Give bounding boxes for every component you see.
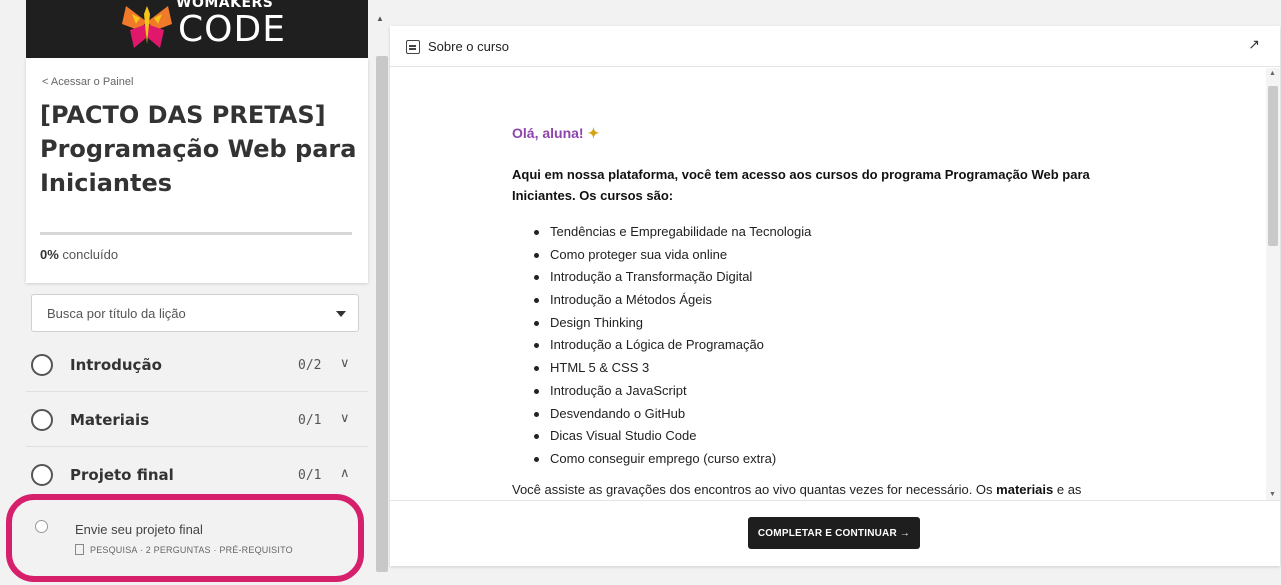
section-label: Projeto final (70, 466, 174, 484)
section-label: Materiais (70, 411, 150, 429)
footer-text-bold: materiais (996, 482, 1054, 497)
caret-down-icon (336, 311, 346, 317)
lesson-search-placeholder: Busca por título da lição (47, 306, 186, 321)
lesson-meta: PESQUISA · 2 PERGUNTAS · PRÉ-REQUISITO (75, 544, 293, 555)
list-item: Introdução a Métodos Ágeis (534, 289, 1134, 312)
footer-paragraph: Você assiste as gravações dos encontros … (512, 482, 1212, 497)
panel-content: Olá, aluna! ✦ Aqui em nossa plataforma, v… (390, 68, 1266, 500)
section-status-circle-icon (31, 354, 53, 376)
list-item: Desvendando o GitHub (534, 403, 1134, 426)
greeting-heading: Olá, aluna! ✦ (512, 125, 599, 142)
section-count: 0/1 (298, 413, 322, 428)
back-to-dashboard-link[interactable]: < Acessar o Painel (42, 76, 133, 88)
list-item: Introdução a JavaScript (534, 380, 1134, 403)
lesson-meta-text: PESQUISA · 2 PERGUNTAS · PRÉ-REQUISITO (90, 545, 293, 555)
list-item: Introdução a Lógica de Programação (534, 334, 1134, 357)
content-scrollbar-thumb[interactable] (1268, 86, 1278, 246)
lesson-panel: Sobre o curso ↗ Olá, aluna! ✦ Aqui em nos… (390, 26, 1280, 566)
greeting-text: Olá, aluna! (512, 125, 584, 141)
progress-bar (40, 232, 352, 235)
list-item: Como proteger sua vida online (534, 244, 1134, 267)
expand-icon[interactable]: ↗ (1248, 36, 1260, 53)
list-item: Dicas Visual Studio Code (534, 425, 1134, 448)
brand-header: WOMAKERS CODE (26, 0, 368, 58)
lesson-item-envie-projeto[interactable]: Envie seu projeto final PESQUISA · 2 PER… (26, 510, 368, 570)
lesson-status-circle-icon (35, 520, 48, 533)
section-count: 0/1 (298, 468, 322, 483)
sidebar-scrollbar-thumb[interactable] (376, 56, 388, 572)
course-title: [PACTO DAS PRETAS] Programação Web para … (40, 101, 357, 197)
panel-title: Sobre o curso (428, 39, 509, 54)
section-count: 0/2 (298, 358, 322, 373)
chevron-down-icon[interactable]: ∨ (340, 410, 350, 426)
survey-doc-icon (75, 544, 84, 555)
section-projeto-final[interactable]: Projeto final 0/1 ∧ (26, 448, 368, 502)
complete-and-continue-button[interactable]: COMPLETAR E CONTINUAR → (748, 517, 920, 549)
lesson-search-select[interactable]: Busca por título da lição (31, 294, 359, 332)
list-item: Como conseguir emprego (curso extra) (534, 448, 1134, 471)
section-introducao[interactable]: Introdução 0/2 ∨ (26, 338, 368, 392)
scroll-up-arrow-icon[interactable]: ▲ (1269, 70, 1276, 77)
panel-footer: COMPLETAR E CONTINUAR → (390, 500, 1280, 566)
list-item: Design Thinking (534, 312, 1134, 335)
progress-percent: 0% (40, 247, 59, 262)
footer-text-end: e as (1053, 482, 1082, 497)
chevron-up-icon[interactable]: ∧ (340, 465, 350, 481)
note-icon (406, 40, 420, 54)
list-item: Tendências e Empregabilidade na Tecnolog… (534, 221, 1134, 244)
butterfly-logo-icon (122, 6, 172, 48)
scroll-up-arrow-icon[interactable]: ▲ (376, 14, 384, 23)
scroll-down-arrow-icon[interactable]: ▼ (1269, 491, 1276, 498)
section-status-circle-icon (31, 409, 53, 431)
lesson-title: Envie seu projeto final (75, 522, 203, 537)
content-scrollbar[interactable]: ▲ ▼ (1266, 68, 1280, 500)
list-item: HTML 5 & CSS 3 (534, 357, 1134, 380)
sparkle-icon: ✦ (587, 125, 600, 141)
progress-label: concluído (58, 247, 119, 262)
intro-paragraph: Aqui em nossa plataforma, você tem acess… (512, 167, 1090, 203)
progress-text: 0% concluído (40, 247, 118, 262)
course-sidebar: WOMAKERS CODE < Acessar o Painel [PACTO … (0, 0, 370, 585)
course-info-card: < Acessar o Painel [PACTO DAS PRETAS] Pr… (26, 58, 368, 283)
course-list: Tendências e Empregabilidade na Tecnolog… (534, 221, 1134, 471)
chevron-down-icon[interactable]: ∨ (340, 355, 350, 371)
section-materiais[interactable]: Materiais 0/1 ∨ (26, 393, 368, 447)
panel-header: Sobre o curso ↗ (390, 26, 1280, 67)
section-status-circle-icon (31, 464, 53, 486)
brand-name-bottom: CODE (178, 9, 286, 50)
section-label: Introdução (70, 356, 162, 374)
list-item: Introdução a Transformação Digital (534, 266, 1134, 289)
footer-text-start: Você assiste as gravações dos encontros … (512, 482, 997, 497)
